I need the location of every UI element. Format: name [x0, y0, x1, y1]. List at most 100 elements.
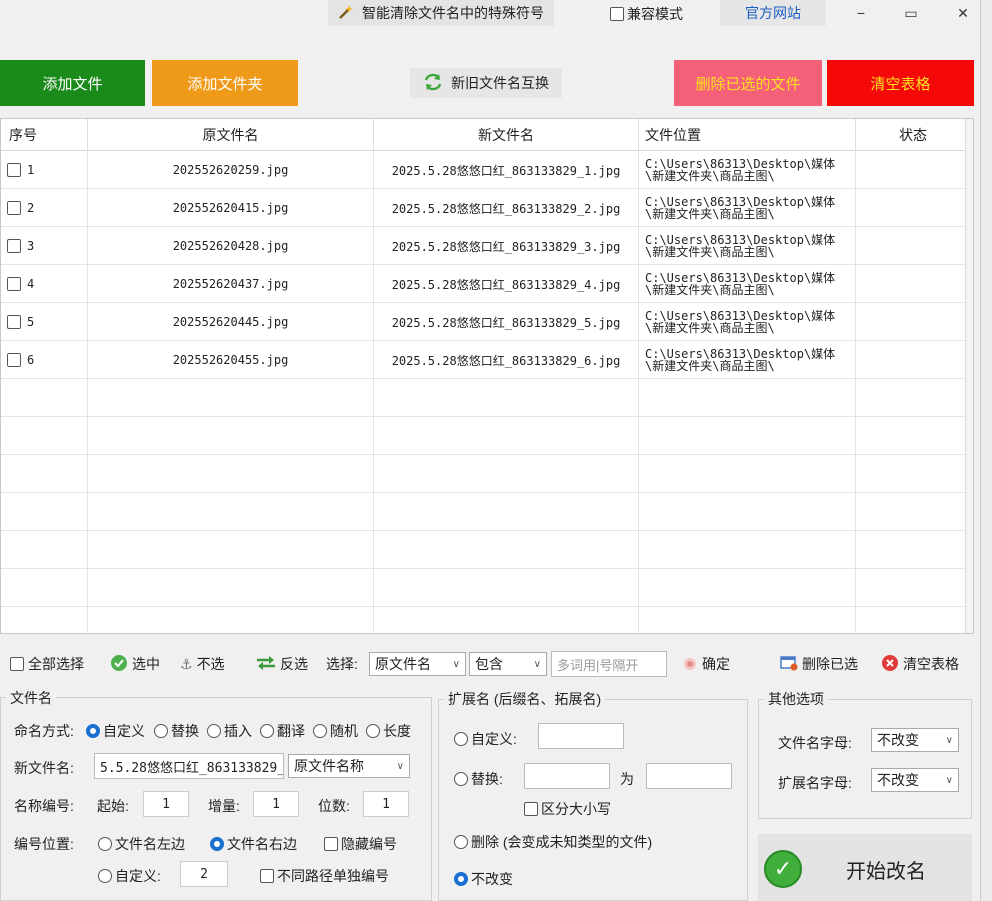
- ext-unchanged-radio[interactable]: 不改变: [454, 869, 513, 889]
- radio-icon[interactable]: [98, 837, 112, 851]
- ext-replace-from-input[interactable]: [524, 763, 610, 789]
- row-index: 1: [27, 163, 35, 177]
- row-checkbox[interactable]: [7, 163, 21, 177]
- radio-icon[interactable]: [207, 724, 221, 738]
- row-location-line2: \新建文件夹\商品主图\: [645, 169, 775, 183]
- hide-number-checkbox[interactable]: 隐藏编号: [324, 834, 397, 854]
- swap-arrows-icon: [423, 73, 443, 94]
- header-old-name[interactable]: 原文件名: [88, 119, 374, 151]
- clear-table-label: 清空表格: [903, 656, 959, 672]
- table-row[interactable]: 2 202552620415.jpg 2025.5.28悠悠口红_8631338…: [1, 189, 973, 227]
- mode-length-radio[interactable]: 长度: [366, 721, 411, 741]
- row-checkbox[interactable]: [7, 315, 21, 329]
- pos-right-radio[interactable]: 文件名右边: [210, 834, 297, 854]
- mode-custom-radio[interactable]: 自定义: [86, 721, 145, 741]
- radio-icon[interactable]: [313, 724, 327, 738]
- table-row[interactable]: 6 202552620455.jpg 2025.5.28悠悠口红_8631338…: [1, 341, 973, 379]
- delete-selected-label: 删除已选: [802, 656, 858, 672]
- ext-delete-radio[interactable]: 删除 (会变成未知类型的文件): [454, 832, 652, 852]
- header-location[interactable]: 文件位置: [639, 119, 856, 151]
- pos-left-radio[interactable]: 文件名左边: [98, 834, 185, 854]
- header-status[interactable]: 状态: [856, 119, 971, 151]
- start-rename-button[interactable]: ✓ 开始改名: [758, 834, 972, 901]
- table-scrollbar[interactable]: [965, 119, 973, 633]
- mode-insert-radio[interactable]: 插入: [207, 721, 252, 741]
- ext-replace-radio[interactable]: 替换:: [454, 769, 503, 789]
- delete-selected-button[interactable]: 删除已选: [780, 652, 858, 676]
- chevron-down-icon: ∨: [396, 760, 404, 772]
- compat-checkbox-box[interactable]: [610, 7, 624, 21]
- radio-icon[interactable]: [210, 837, 224, 851]
- ext-custom-radio[interactable]: 自定义:: [454, 729, 517, 749]
- uncheck-button[interactable]: ⚓ 不选: [180, 652, 225, 676]
- other-options-group: [758, 699, 972, 819]
- row-checkbox[interactable]: [7, 277, 21, 291]
- check-icon: ✓: [764, 850, 802, 888]
- add-folder-button[interactable]: 添加文件夹: [152, 60, 298, 106]
- close-button[interactable]: ✕: [948, 2, 978, 24]
- radio-icon[interactable]: [454, 835, 468, 849]
- hide-number-box[interactable]: [324, 837, 338, 851]
- radio-icon[interactable]: [154, 724, 168, 738]
- minimize-button[interactable]: −: [846, 2, 876, 24]
- row-index: 6: [27, 353, 35, 367]
- ext-replace-to-input[interactable]: [646, 763, 732, 789]
- new-name-input[interactable]: 5.5.28悠悠口红_863133829_: [94, 753, 284, 779]
- table-row[interactable]: 3 202552620428.jpg 2025.5.28悠悠口红_8631338…: [1, 227, 973, 265]
- radio-icon[interactable]: [454, 732, 468, 746]
- custom-position-input[interactable]: 2: [180, 861, 228, 887]
- separate-paths-box[interactable]: [260, 869, 274, 883]
- field-select[interactable]: 原文件名 ∨: [369, 652, 466, 676]
- filename-case-select[interactable]: 不改变 ∨: [871, 728, 959, 752]
- radio-icon[interactable]: [86, 724, 100, 738]
- clear-table-small-button[interactable]: 清空表格: [881, 652, 959, 676]
- pos-custom-radio[interactable]: 自定义:: [98, 866, 161, 886]
- radio-icon[interactable]: [366, 724, 380, 738]
- pos-right-label: 文件名右边: [227, 836, 297, 852]
- add-file-button[interactable]: 添加文件: [0, 60, 145, 106]
- check-button[interactable]: 选中: [110, 652, 160, 676]
- case-sensitive-label: 区分大小写: [541, 801, 611, 817]
- clear-table-button[interactable]: 清空表格: [827, 60, 974, 106]
- mode-replace-radio[interactable]: 替换: [154, 721, 199, 741]
- row-checkbox[interactable]: [7, 353, 21, 367]
- row-new-name: 2025.5.28悠悠口红_863133829_2.jpg: [374, 189, 639, 227]
- mode-translate-radio[interactable]: 翻译: [260, 721, 305, 741]
- separate-paths-checkbox[interactable]: 不同路径单独编号: [260, 866, 389, 886]
- row-location-line2: \新建文件夹\商品主图\: [645, 359, 775, 373]
- delete-selected-files-button[interactable]: 删除已选的文件: [674, 60, 822, 106]
- official-site-link[interactable]: 官方网站: [720, 0, 826, 26]
- radio-icon[interactable]: [98, 869, 112, 883]
- case-sensitive-box[interactable]: [524, 802, 538, 816]
- mode-random-radio[interactable]: 随机: [313, 721, 358, 741]
- table-row[interactable]: 5 202552620445.jpg 2025.5.28悠悠口红_8631338…: [1, 303, 973, 341]
- case-sensitive-checkbox[interactable]: 区分大小写: [524, 799, 611, 819]
- digits-input[interactable]: 1: [363, 791, 409, 817]
- row-checkbox[interactable]: [7, 201, 21, 215]
- select-all-checkbox[interactable]: 全部选择: [10, 652, 84, 676]
- ext-custom-input[interactable]: [538, 723, 624, 749]
- header-new-name[interactable]: 新文件名: [374, 119, 639, 151]
- table-row[interactable]: 1 202552620259.jpg 2025.5.28悠悠口红_8631338…: [1, 151, 973, 189]
- invert-label: 反选: [280, 656, 308, 672]
- row-new-name: 2025.5.28悠悠口红_863133829_6.jpg: [374, 341, 639, 379]
- new-name-label: 新文件名:: [14, 760, 74, 776]
- invert-button[interactable]: 反选: [256, 652, 308, 676]
- match-select[interactable]: 包含 ∨: [469, 652, 547, 676]
- radio-icon[interactable]: [454, 772, 468, 786]
- keyword-input[interactable]: 多词用|号隔开: [551, 651, 667, 677]
- start-input[interactable]: 1: [143, 791, 189, 817]
- compat-mode-checkbox[interactable]: 兼容模式: [610, 4, 683, 24]
- ext-case-select[interactable]: 不改变 ∨: [871, 768, 959, 792]
- header-index[interactable]: 序号: [1, 119, 88, 151]
- confirm-button[interactable]: 确定: [682, 652, 730, 676]
- select-all-box[interactable]: [10, 657, 24, 671]
- radio-icon[interactable]: [454, 872, 468, 886]
- maximize-button[interactable]: ▭: [896, 2, 926, 24]
- swap-names-button[interactable]: 新旧文件名互换: [410, 68, 562, 98]
- row-checkbox[interactable]: [7, 239, 21, 253]
- name-source-select[interactable]: 原文件名称 ∨: [288, 754, 410, 778]
- radio-icon[interactable]: [260, 724, 274, 738]
- step-input[interactable]: 1: [253, 791, 299, 817]
- table-row[interactable]: 4 202552620437.jpg 2025.5.28悠悠口红_8631338…: [1, 265, 973, 303]
